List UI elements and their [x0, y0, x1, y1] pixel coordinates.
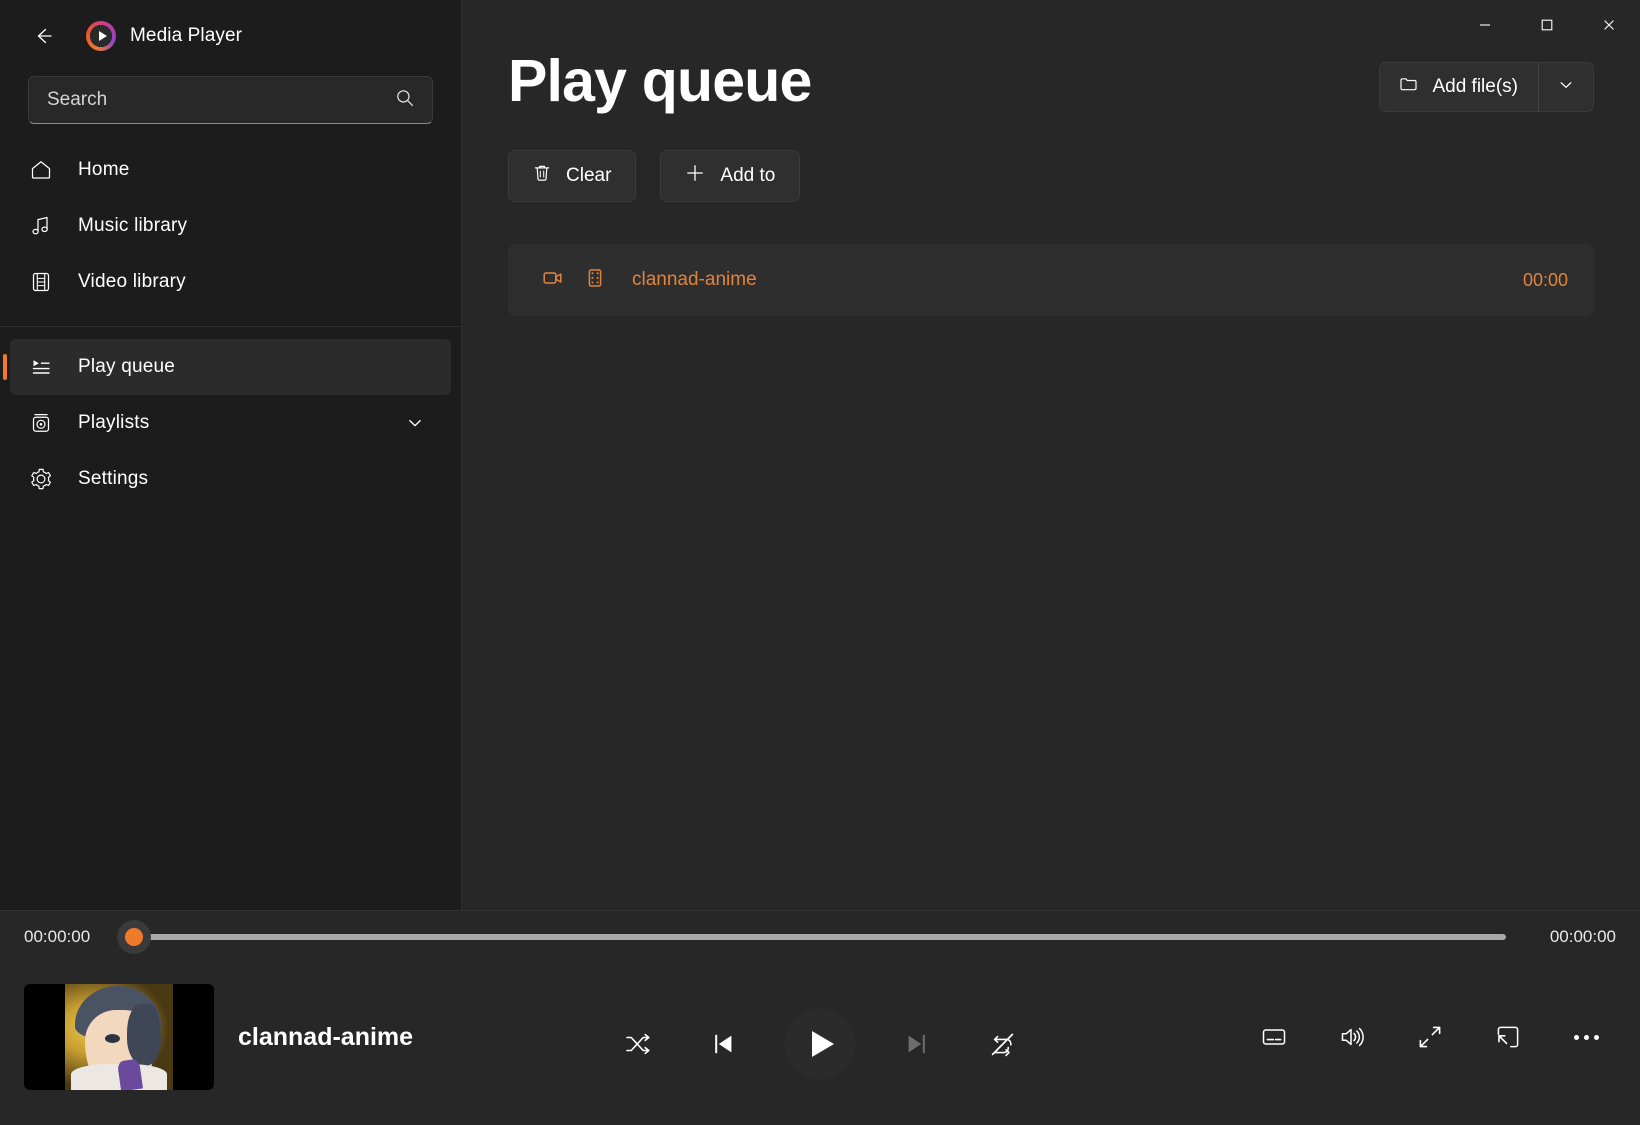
sidebar-item-label: Settings	[78, 468, 148, 490]
repeat-off-button[interactable]	[976, 1018, 1028, 1070]
track-duration: 00:00	[1523, 270, 1568, 291]
play-queue-icon	[26, 352, 56, 382]
controls-row: clannad-anime	[0, 963, 1640, 1125]
volume-button[interactable]	[1328, 1013, 1376, 1061]
playlist-disc-icon	[26, 408, 56, 438]
video-camera-icon	[540, 265, 566, 296]
search-container	[0, 72, 461, 124]
close-button[interactable]	[1578, 0, 1640, 50]
transport-controls	[612, 1008, 1028, 1080]
sidebar-item-settings[interactable]: Settings	[10, 451, 451, 507]
sidebar-item-play-queue[interactable]: Play queue	[10, 339, 451, 395]
artwork-shape	[105, 1034, 120, 1043]
search-icon	[394, 87, 416, 114]
add-files-split-button: Add file(s)	[1379, 62, 1594, 112]
app-title: Media Player	[130, 25, 242, 47]
sidebar-item-playlists[interactable]: Playlists	[10, 395, 451, 451]
sidebar-item-home[interactable]: Home	[10, 142, 451, 198]
sidebar-divider	[0, 326, 461, 327]
table-row[interactable]: clannad-anime 00:00	[508, 244, 1594, 316]
player-bar: 00:00:00 00:00:00	[0, 910, 1640, 1125]
minimize-button[interactable]	[1454, 0, 1516, 50]
clear-label: Clear	[566, 165, 611, 187]
search-box[interactable]	[28, 76, 433, 124]
closed-captions-button[interactable]	[1250, 1013, 1298, 1061]
add-to-button[interactable]: Add to	[660, 150, 800, 202]
sidebar-item-label: Playlists	[78, 412, 149, 434]
seek-thumb[interactable]	[117, 920, 151, 954]
queue-action-bar: Clear Add to	[508, 150, 1594, 202]
trash-icon	[531, 162, 553, 190]
album-art-thumbnail[interactable]	[24, 984, 214, 1090]
secondary-controls	[1250, 1013, 1616, 1061]
sidebar-titlebar: Media Player	[0, 0, 461, 72]
sidebar-nav: Home Music library	[0, 124, 461, 451]
row-icon-group	[540, 265, 607, 296]
sidebar-item-label: Home	[78, 159, 129, 181]
app-logo-icon	[86, 21, 116, 51]
add-files-dropdown-button[interactable]	[1539, 63, 1593, 111]
media-player-window: Media Player	[0, 0, 1640, 1125]
sidebar-item-video-library[interactable]: Video library	[10, 254, 451, 310]
total-time: 00:00:00	[1530, 927, 1616, 947]
home-icon	[26, 155, 56, 185]
chevron-down-icon	[1557, 76, 1575, 99]
add-to-label: Add to	[720, 165, 775, 187]
film-strip-icon	[26, 267, 56, 297]
film-frame-icon	[583, 266, 607, 295]
sidebar-item-label: Play queue	[78, 356, 175, 378]
body-area: Media Player	[0, 0, 1640, 910]
gear-icon	[26, 464, 56, 494]
more-options-button[interactable]	[1562, 1013, 1610, 1061]
maximize-button[interactable]	[1516, 0, 1578, 50]
queue-list: clannad-anime 00:00	[508, 244, 1594, 316]
now-playing-title: clannad-anime	[238, 1023, 413, 1052]
play-button[interactable]	[784, 1008, 856, 1080]
now-playing: clannad-anime	[24, 984, 454, 1090]
artwork-shape	[117, 1059, 143, 1090]
folder-icon	[1398, 73, 1420, 101]
header-actions: Add file(s)	[1379, 52, 1594, 112]
artwork-shape	[127, 1004, 161, 1066]
add-files-label: Add file(s)	[1432, 76, 1518, 98]
page-title: Play queue	[508, 52, 812, 111]
sidebar-item-label: Music library	[78, 215, 187, 237]
seek-slider[interactable]	[134, 934, 1506, 940]
back-button[interactable]	[22, 15, 64, 57]
next-track-button[interactable]	[890, 1018, 942, 1070]
clear-queue-button[interactable]: Clear	[508, 150, 636, 202]
more-options-icon	[1574, 1035, 1599, 1040]
window-controls	[1454, 0, 1640, 50]
add-files-button[interactable]: Add file(s)	[1380, 63, 1538, 111]
search-input[interactable]	[47, 89, 394, 111]
main-content: Play queue Add file(s)	[462, 0, 1640, 910]
plus-icon	[683, 161, 707, 191]
sidebar: Media Player	[0, 0, 462, 910]
content-header: Play queue Add file(s)	[508, 0, 1594, 112]
shuffle-button[interactable]	[612, 1018, 664, 1070]
previous-track-button[interactable]	[698, 1018, 750, 1070]
track-title: clannad-anime	[632, 269, 757, 291]
seek-row: 00:00:00 00:00:00	[0, 911, 1640, 963]
fullscreen-button[interactable]	[1406, 1013, 1454, 1061]
sidebar-item-music-library[interactable]: Music library	[10, 198, 451, 254]
elapsed-time: 00:00:00	[24, 927, 110, 947]
mini-player-button[interactable]	[1484, 1013, 1532, 1061]
sidebar-item-label: Video library	[78, 271, 186, 293]
album-art-image	[65, 984, 173, 1090]
chevron-down-icon[interactable]	[405, 413, 425, 433]
music-note-icon	[26, 211, 56, 241]
